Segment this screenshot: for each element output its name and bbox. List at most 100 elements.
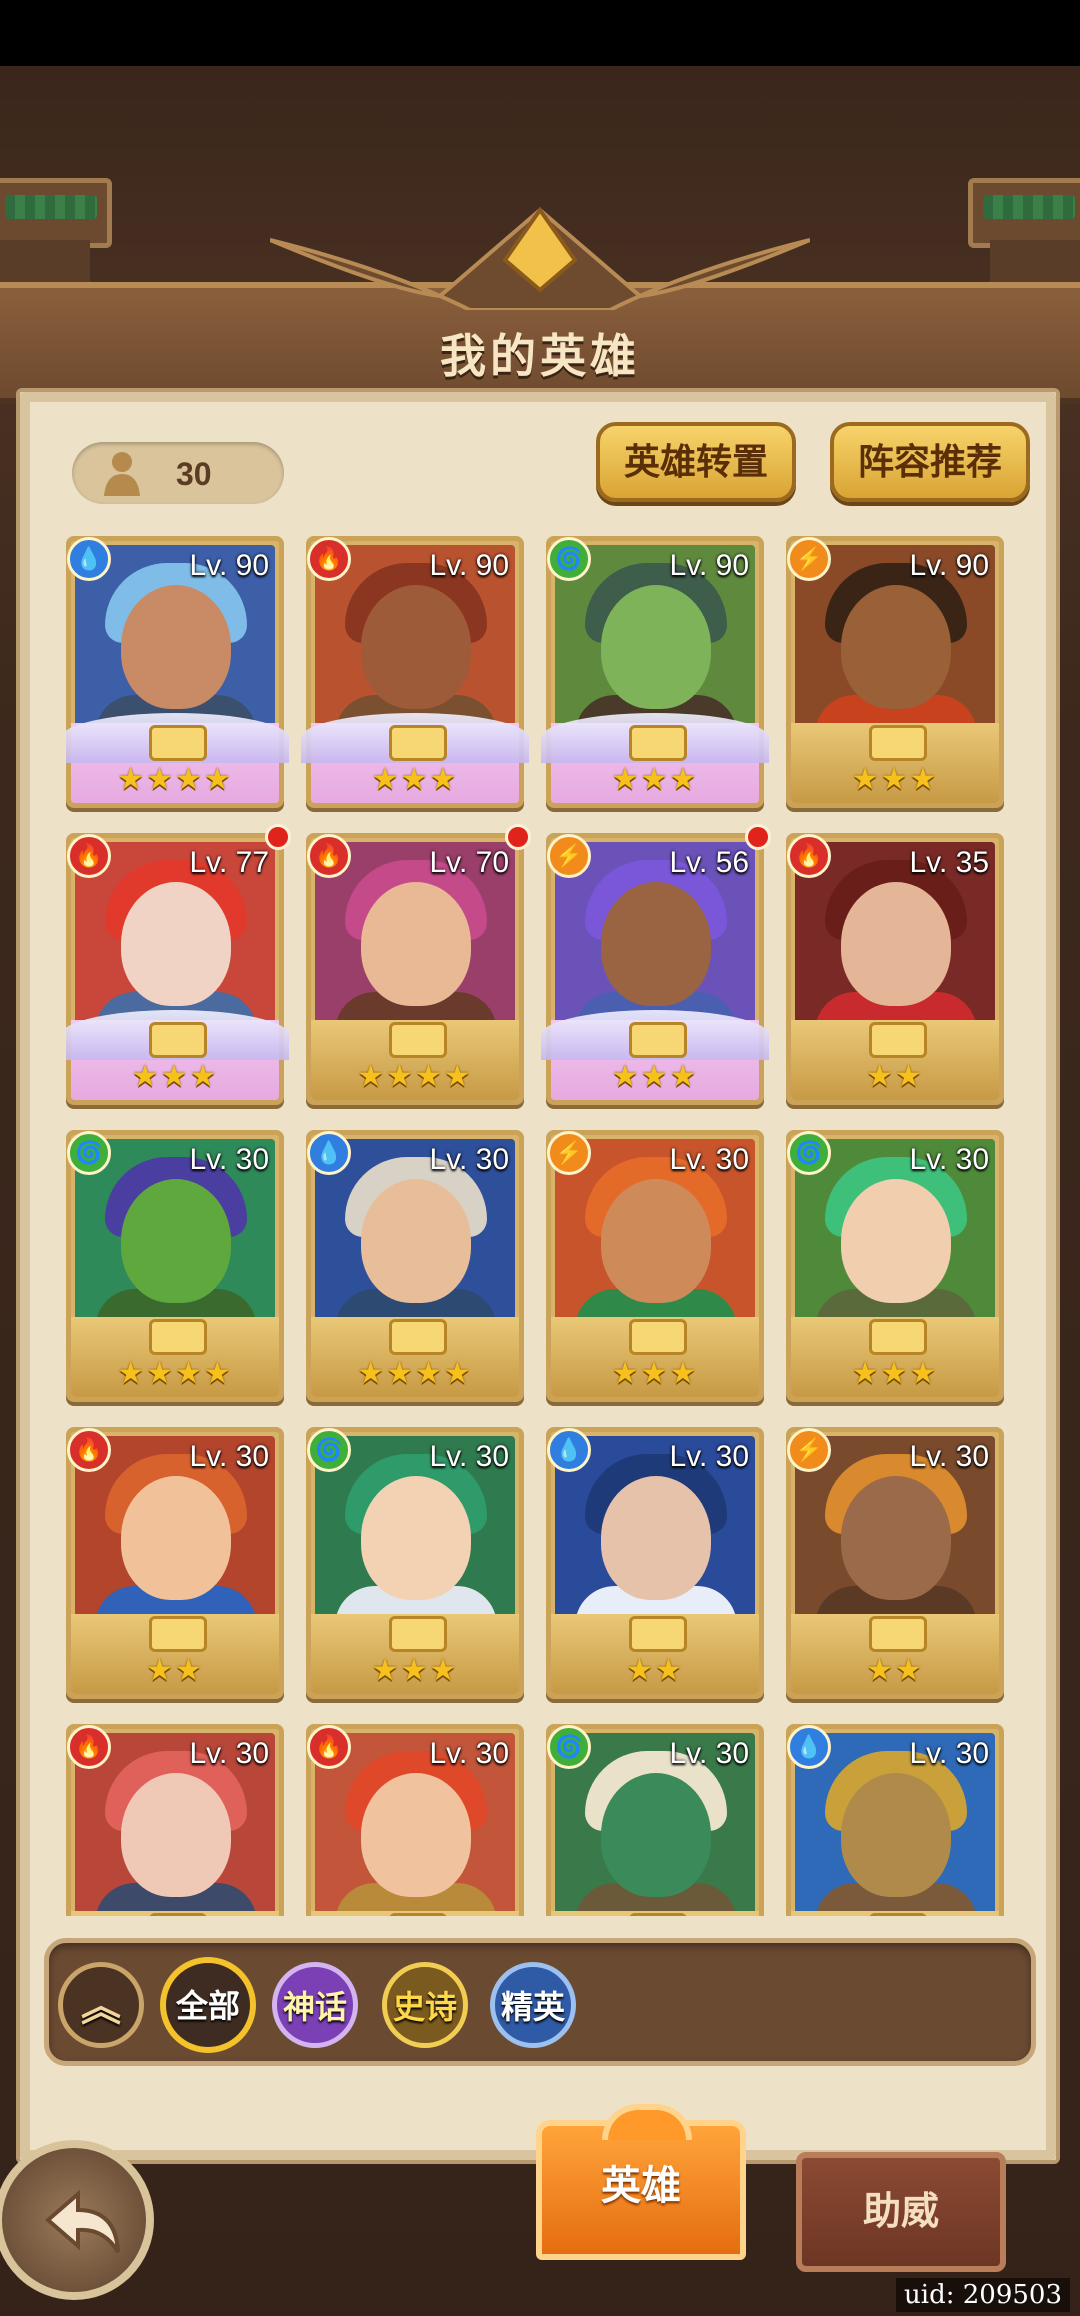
hero-card[interactable]: Lv. 30 🔥 (66, 1724, 284, 1916)
hero-face (361, 1179, 471, 1303)
hero-stars: ★★★ (131, 1060, 219, 1093)
hero-level: Lv. 35 (909, 846, 990, 879)
hero-card[interactable]: ★★★★ Lv. 90 💧 (66, 536, 289, 808)
hero-level: Lv. 30 (189, 1737, 270, 1770)
hero-level: Lv. 30 (909, 1737, 990, 1770)
hero-card[interactable]: ★★ Lv. 30 🔥 (66, 1427, 284, 1699)
hero-level: Lv. 30 (429, 1737, 510, 1770)
hero-card[interactable]: Lv. 30 🌀 (546, 1724, 764, 1916)
hero-face (841, 1179, 951, 1303)
light-element-icon: ⚡ (547, 834, 591, 878)
hero-card[interactable]: Lv. 30 🔥 (306, 1724, 524, 1916)
hero-level: Lv. 30 (429, 1440, 510, 1473)
page-title: 我的英雄 (440, 330, 640, 382)
fire-element-icon: 🔥 (67, 1725, 111, 1769)
light-element-icon: ⚡ (547, 1131, 591, 1175)
nature-element-icon: 🌀 (787, 1131, 831, 1175)
uid-label: uid: 209503 (896, 2278, 1070, 2312)
filter-epic-button[interactable]: 史诗 (382, 1962, 468, 2048)
hero-card[interactable]: Lv. 30 💧 (786, 1724, 1004, 1916)
back-arrow-icon (44, 2190, 120, 2254)
hero-face (841, 1773, 951, 1897)
hero-level: Lv. 56 (669, 846, 750, 879)
hero-card[interactable]: ★★★★ Lv. 70 🔥 (306, 824, 531, 1105)
filter-mythic-button[interactable]: 神话 (272, 1962, 358, 2048)
rank-emblem (629, 1913, 687, 1916)
back-button[interactable] (0, 2140, 154, 2300)
rank-emblem (149, 725, 207, 761)
water-element-icon: 💧 (547, 1428, 591, 1472)
hero-card[interactable]: ★★★ Lv. 56 ⚡ (541, 824, 771, 1105)
rank-emblem (629, 1319, 687, 1355)
notification-dot (745, 824, 771, 850)
rank-emblem (869, 1022, 927, 1058)
nature-element-icon: 🌀 (307, 1428, 351, 1472)
hero-stars: ★★★ (611, 1060, 699, 1093)
filter-elite-button[interactable]: 精英 (490, 1962, 576, 2048)
hero-card[interactable]: ★★★ Lv. 77 🔥 (66, 824, 291, 1105)
hero-stars: ★★★ (371, 763, 459, 796)
hero-stars: ★★★★ (117, 763, 233, 796)
hero-card[interactable]: ★★ Lv. 30 💧 (546, 1427, 764, 1699)
hero-grid: ★★★★ Lv. 90 💧 ★★★ Lv. 90 🔥 ★★★ Lv. 90 🌀 ★★★ Lv. 90… (66, 536, 1012, 1916)
rank-emblem (389, 1913, 447, 1916)
hero-level: Lv. 77 (189, 846, 270, 879)
rank-emblem (629, 1022, 687, 1058)
fire-element-icon: 🔥 (787, 834, 831, 878)
hero-level: Lv. 30 (669, 1143, 750, 1176)
hero-count-value: 30 (176, 456, 212, 492)
hero-level: Lv. 30 (669, 1440, 750, 1473)
hero-stars: ★★★★ (357, 1357, 473, 1390)
hero-face (841, 882, 951, 1006)
hero-transfer-button[interactable]: 英雄转置 (596, 422, 796, 502)
tab-support[interactable]: 助威 (796, 2152, 1006, 2272)
hero-level: Lv. 30 (429, 1143, 510, 1176)
hero-card[interactable]: ★★ Lv. 35 🔥 (786, 833, 1004, 1105)
hero-card[interactable]: ★★★★ Lv. 30 💧 (306, 1130, 524, 1402)
hero-stars: ★★★ (611, 1357, 699, 1390)
hero-face (361, 882, 471, 1006)
hero-face (841, 1476, 951, 1600)
hero-level: Lv. 30 (189, 1143, 270, 1176)
hero-face (601, 1773, 711, 1897)
rank-emblem (869, 1319, 927, 1355)
hero-card[interactable]: ★★★ Lv. 30 ⚡ (546, 1130, 764, 1402)
rank-emblem (149, 1616, 207, 1652)
fire-element-icon: 🔥 (307, 1725, 351, 1769)
rank-emblem (869, 1616, 927, 1652)
fire-element-icon: 🔥 (307, 834, 351, 878)
lineup-recommend-button[interactable]: 阵容推荐 (830, 422, 1030, 502)
hero-face (601, 585, 711, 709)
fire-element-icon: 🔥 (67, 834, 111, 878)
collapse-filter-button[interactable]: ︽ (58, 1962, 144, 2048)
hero-card[interactable]: ★★★ Lv. 90 ⚡ (786, 536, 1004, 808)
status-bar (0, 0, 1080, 66)
filter-all-button[interactable]: 全部 (160, 1957, 256, 2053)
hero-card[interactable]: ★★★★ Lv. 30 🌀 (66, 1130, 284, 1402)
hero-card[interactable]: ★★★ Lv. 90 🔥 (301, 536, 529, 808)
rank-emblem (149, 1913, 207, 1916)
hero-face (601, 1179, 711, 1303)
hero-stars: ★★★★ (357, 1060, 473, 1093)
hero-stars: ★★ (866, 1060, 924, 1093)
hero-card[interactable]: ★★★ Lv. 90 🌀 (541, 536, 769, 808)
hero-level: Lv. 90 (189, 549, 270, 582)
hero-face (121, 585, 231, 709)
tab-heroes[interactable]: 英雄 (536, 2104, 746, 2260)
hero-face (121, 882, 231, 1006)
hero-card[interactable]: ★★★ Lv. 30 🌀 (306, 1427, 524, 1699)
hero-face (841, 585, 951, 709)
ornament-left (0, 178, 112, 248)
crest-ornament (270, 206, 810, 310)
hero-stars: ★★ (626, 1654, 684, 1687)
light-element-icon: ⚡ (787, 1428, 831, 1472)
hero-card[interactable]: ★★★ Lv. 30 🌀 (786, 1130, 1004, 1402)
rank-emblem (629, 1616, 687, 1652)
rank-emblem (389, 1022, 447, 1058)
hero-face (601, 882, 711, 1006)
rank-emblem (629, 725, 687, 761)
water-element-icon: 💧 (307, 1131, 351, 1175)
notification-dot (505, 824, 531, 850)
hero-card[interactable]: ★★ Lv. 30 ⚡ (786, 1427, 1004, 1699)
rank-emblem (389, 725, 447, 761)
